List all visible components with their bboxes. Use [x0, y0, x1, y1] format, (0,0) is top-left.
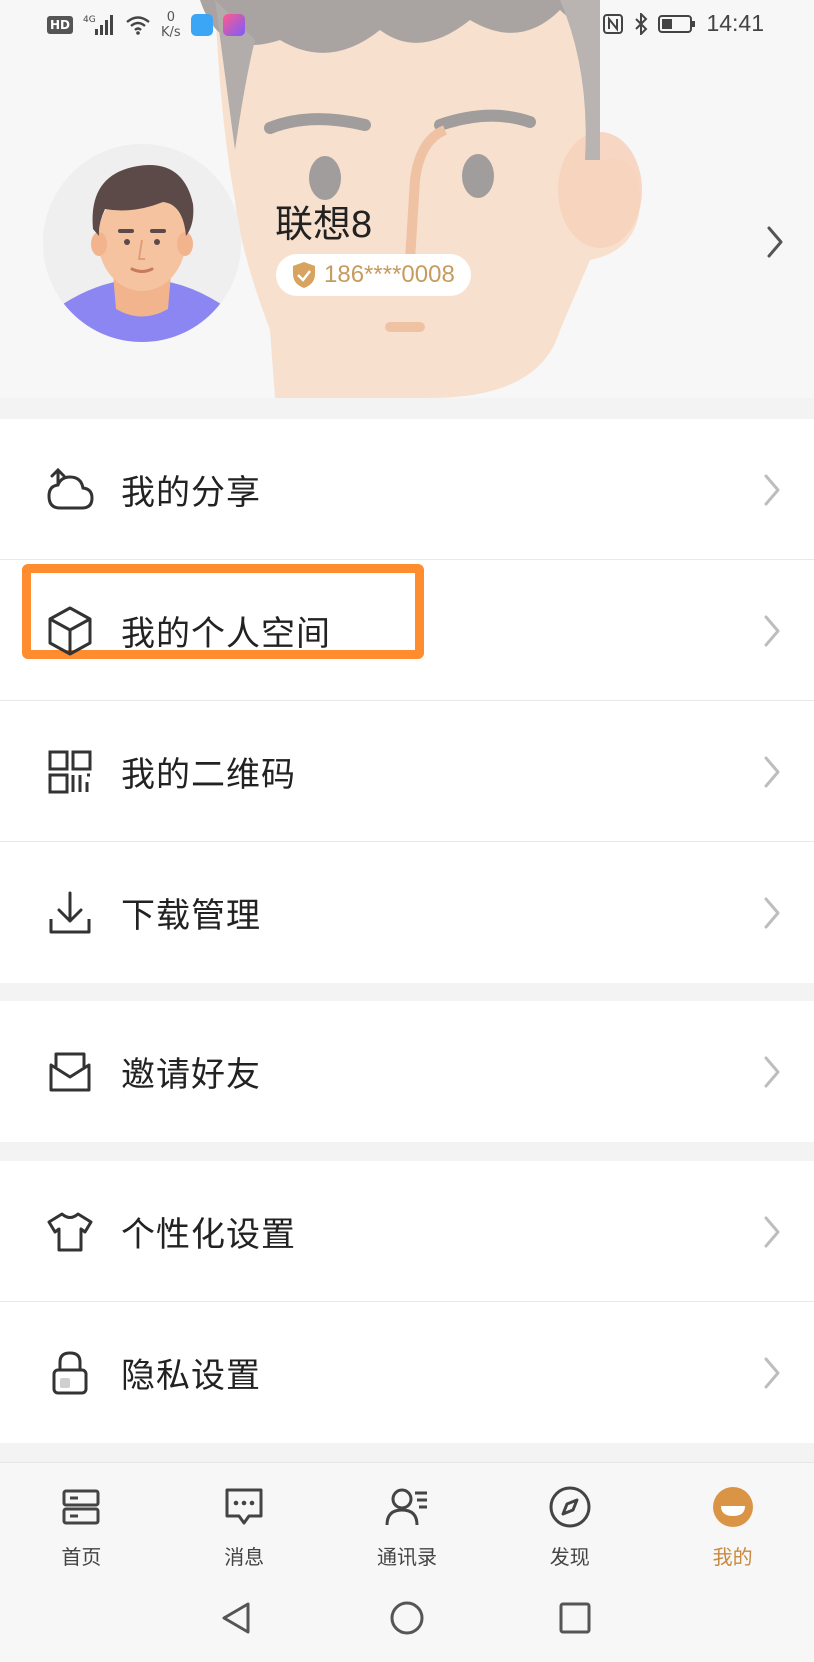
- cellular-signal-icon: 4G: [83, 15, 114, 35]
- menu-label-qr-code: 我的二维码: [121, 755, 296, 795]
- chevron-right-icon: [764, 1357, 780, 1388]
- recents-square-icon: [559, 1602, 591, 1634]
- menu-item-my-share[interactable]: 我的分享: [0, 419, 814, 560]
- home-button[interactable]: [387, 1598, 427, 1638]
- chevron-right-icon: [764, 756, 780, 787]
- username[interactable]: 联想8: [275, 193, 372, 248]
- system-navigation-bar: [0, 1598, 814, 1648]
- menu-group-settings: 个性化设置 隐私设置: [0, 1161, 814, 1443]
- bluetooth-icon: [635, 12, 648, 35]
- menu-item-invite-friends[interactable]: 邀请好友: [0, 1001, 814, 1142]
- menu-label-personal-space: 我的个人空间: [121, 614, 331, 654]
- network-type-label: 4G: [83, 15, 96, 25]
- network-speed-unit: K/s: [161, 25, 181, 40]
- tab-label-contacts: 通讯录: [376, 1545, 437, 1569]
- profile-header[interactable]: HD 4G 0 K/s 14:41 联想8 186****0008: [0, 0, 814, 398]
- cube-icon: [46, 606, 94, 655]
- chevron-right-icon: [764, 615, 780, 646]
- contacts-icon: [385, 1485, 429, 1529]
- chevron-right-icon: [764, 1056, 780, 1087]
- screen: HD 4G 0 K/s 14:41 联想8 186****0008 我的分享 我…: [0, 0, 814, 1662]
- home-icon: [59, 1485, 103, 1529]
- home-circle-icon: [390, 1601, 424, 1635]
- tab-me[interactable]: 我的: [651, 1485, 814, 1585]
- nav-tabs: 首页 消息 通讯录 发现 我的: [0, 1485, 814, 1585]
- verified-shield-icon: [293, 262, 315, 288]
- menu-label-privacy: 隐私设置: [121, 1356, 261, 1396]
- menu-item-qr-code[interactable]: 我的二维码: [0, 700, 814, 842]
- lock-icon: [46, 1349, 94, 1397]
- wifi-icon: [126, 16, 150, 35]
- verified-phone-badge: 186****0008: [276, 254, 471, 296]
- status-right: 14:41: [602, 10, 764, 37]
- network-speed: 0 K/s: [161, 10, 181, 40]
- network-speed-value: 0: [166, 10, 175, 25]
- app-notification-icon: [222, 14, 245, 36]
- tab-label-home: 首页: [61, 1545, 102, 1569]
- tab-label-messages: 消息: [224, 1545, 265, 1569]
- app-notification-icon: [190, 14, 213, 36]
- tab-contacts[interactable]: 通讯录: [326, 1485, 489, 1585]
- envelope-icon: [46, 1048, 94, 1096]
- bottom-nav: 首页 消息 通讯录 发现 我的: [0, 1462, 814, 1662]
- chevron-right-icon: [764, 1216, 780, 1247]
- qr-code-icon: [46, 748, 94, 796]
- menu-label-downloads: 下载管理: [121, 896, 261, 936]
- download-icon: [46, 889, 94, 937]
- avatar[interactable]: [43, 144, 241, 342]
- back-button[interactable]: [216, 1598, 256, 1638]
- menu-item-downloads[interactable]: 下载管理: [0, 841, 814, 983]
- menu-item-privacy[interactable]: 隐私设置: [0, 1301, 814, 1443]
- tab-home[interactable]: 首页: [0, 1485, 163, 1585]
- back-triangle-icon: [222, 1602, 250, 1634]
- recents-button[interactable]: [555, 1598, 595, 1638]
- profile-chevron-right-icon[interactable]: [766, 225, 784, 259]
- tshirt-icon: [46, 1208, 94, 1256]
- menu-label-personalize: 个性化设置: [121, 1215, 296, 1255]
- tab-label-discover: 发现: [549, 1545, 590, 1569]
- clock: 14:41: [706, 10, 764, 36]
- status-bar: HD 4G 0 K/s 14:41: [0, 0, 814, 52]
- avatar-illustration: [43, 144, 241, 342]
- cloud-upload-icon: [46, 466, 94, 514]
- status-left: HD 4G 0 K/s: [47, 10, 245, 40]
- chevron-right-icon: [764, 474, 780, 505]
- tab-messages[interactable]: 消息: [163, 1485, 326, 1585]
- menu-group-invite: 邀请好友: [0, 1001, 814, 1142]
- compass-icon: [548, 1485, 592, 1529]
- battery-icon: [658, 14, 696, 33]
- nfc-icon: [603, 13, 624, 34]
- message-icon: [222, 1485, 266, 1529]
- menu-item-personal-space[interactable]: 我的个人空间: [0, 559, 814, 701]
- tab-label-me: 我的: [712, 1545, 753, 1569]
- menu-label-my-share: 我的分享: [121, 473, 261, 513]
- menu-item-personalize[interactable]: 个性化设置: [0, 1161, 814, 1302]
- chevron-right-icon: [764, 897, 780, 928]
- menu-label-invite-friends: 邀请好友: [121, 1055, 261, 1095]
- phone-number: 186****0008: [324, 261, 455, 288]
- tab-discover[interactable]: 发现: [488, 1485, 651, 1585]
- hd-badge: HD: [47, 16, 74, 34]
- me-icon: [711, 1485, 755, 1529]
- menu-group-content: 我的分享 我的个人空间 我的二维码 下载管理: [0, 419, 814, 983]
